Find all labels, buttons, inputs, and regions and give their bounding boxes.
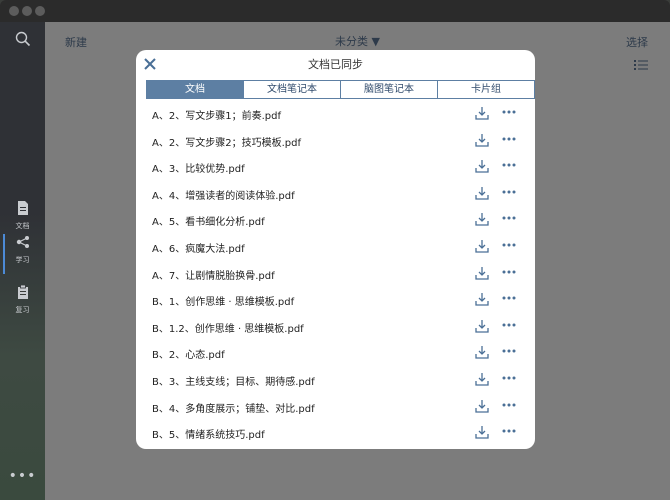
share-nodes-icon [16,236,29,248]
segmented-tabs: 文档 文档笔记本 脑图笔记本 卡片组 [146,80,535,99]
tab-document-notebooks[interactable]: 文档笔记本 [244,81,341,98]
sidebar: 文档 学习 复习 ••• [0,22,45,500]
download-icon[interactable] [475,239,489,253]
file-name: A、2、写文步骤2；技巧模板.pdf [152,137,301,149]
file-name: A、4、增强读者的阅读体验.pdf [152,190,295,202]
list-item[interactable]: A、3、比较优势.pdf [136,153,535,180]
more-options-icon[interactable] [501,400,517,410]
download-icon[interactable] [475,133,489,147]
list-item[interactable]: B、2、心态.pdf [136,339,535,366]
file-name: B、1.2、创作思维 · 思维模板.pdf [152,323,304,335]
new-button[interactable]: 新建 [65,34,87,50]
window-titlebar [0,0,670,22]
more-options-icon[interactable] [501,293,517,303]
file-name: B、5、情绪系统技巧.pdf [152,430,265,442]
more-options-icon[interactable] [501,346,517,356]
list-view-icon[interactable] [634,59,648,71]
list-item[interactable]: A、6、疯魔大法.pdf [136,233,535,260]
more-options-icon[interactable] [501,320,517,330]
zoom-window-button[interactable] [35,6,45,16]
file-name: B、4、多角度展示；铺垫、对比.pdf [152,403,315,415]
list-item[interactable]: A、2、写文步骤2；技巧模板.pdf [136,127,535,154]
list-item[interactable]: B、1.2、创作思维 · 思维模板.pdf [136,313,535,340]
download-icon[interactable] [475,425,489,439]
more-options-icon[interactable] [501,107,517,117]
download-icon[interactable] [475,266,489,280]
more-options-icon[interactable] [501,373,517,383]
file-name: A、3、比较优势.pdf [152,164,245,176]
file-name: A、5、看书细化分析.pdf [152,217,265,229]
more-options-icon[interactable] [501,160,517,170]
more-options-icon[interactable] [501,426,517,436]
more-options-icon[interactable] [501,134,517,144]
more-options-icon[interactable] [501,187,517,197]
download-icon[interactable] [475,106,489,120]
download-icon[interactable] [475,345,489,359]
more-options-icon[interactable] [501,240,517,250]
file-name: B、1、创作思维 · 思维模板.pdf [152,297,295,309]
file-name: A、2、写文步骤1；前奏.pdf [152,111,281,122]
download-icon[interactable] [475,399,489,413]
select-button[interactable]: 选择 [626,34,648,50]
list-item[interactable]: A、4、增强读者的阅读体验.pdf [136,180,535,207]
close-window-button[interactable] [9,6,19,16]
list-item[interactable]: B、4、多角度展示；铺垫、对比.pdf [136,393,535,420]
file-name: A、7、让剧情脱胎换骨.pdf [152,270,275,282]
sidebar-item-label: 复习 [15,306,30,314]
sidebar-item-label: 文档 [15,222,30,230]
download-icon[interactable] [475,186,489,200]
more-options-icon[interactable] [501,267,517,277]
list-item[interactable]: B、3、主线支线；目标、期待感.pdf [136,366,535,393]
list-item[interactable]: A、5、看书细化分析.pdf [136,206,535,233]
tab-card-groups[interactable]: 卡片组 [438,81,534,98]
list-item[interactable]: B、1、创作思维 · 思维模板.pdf [136,286,535,313]
dialog-header: 文档已同步 [136,50,535,78]
sidebar-item-learn[interactable]: 学习 [0,234,45,265]
list-item[interactable]: A、7、让剧情脱胎换骨.pdf [136,260,535,287]
sidebar-more-button[interactable]: ••• [0,468,45,484]
clipboard-icon [17,284,28,299]
file-name: B、3、主线支线；目标、期待感.pdf [152,376,315,388]
file-name: B、2、心态.pdf [152,350,225,362]
document-icon [17,201,28,215]
tab-mindmap-notebooks[interactable]: 脑图笔记本 [341,81,438,98]
search-icon[interactable] [15,31,31,47]
more-options-icon[interactable] [501,213,517,223]
tab-documents[interactable]: 文档 [147,81,244,98]
dialog-title: 文档已同步 [308,58,363,71]
sidebar-item-documents[interactable]: 文档 [0,200,45,231]
download-icon[interactable] [475,319,489,333]
category-dropdown[interactable]: 未分类 ▼ [335,33,380,49]
download-icon[interactable] [475,159,489,173]
sidebar-item-label: 学习 [15,256,30,264]
download-icon[interactable] [475,212,489,227]
download-icon[interactable] [475,292,489,306]
minimize-window-button[interactable] [22,6,32,16]
list-item[interactable]: A、2、写文步骤1；前奏.pdf [136,100,535,127]
file-list: A、2、写文步骤1；前奏.pdf A、2、写文步骤2；技巧模板.pdf A、3、比较… [136,100,535,446]
sidebar-item-review[interactable]: 复习 [0,284,45,315]
list-item[interactable]: B、5、情绪系统技巧.pdf [136,419,535,446]
sync-dialog: 文档已同步 文档 文档笔记本 脑图笔记本 卡片组 A、2、写文步骤1；前奏.pd… [136,50,535,449]
file-name: A、6、疯魔大法.pdf [152,243,245,255]
download-icon[interactable] [475,372,489,386]
